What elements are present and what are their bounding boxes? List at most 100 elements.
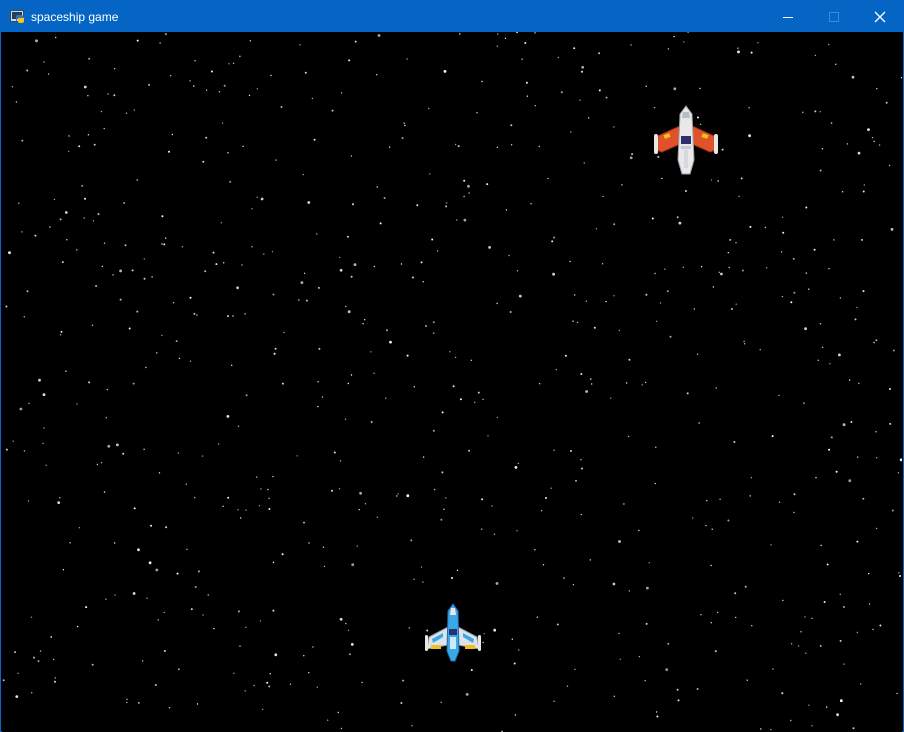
star: [590, 378, 592, 380]
star: [621, 184, 623, 186]
star: [740, 177, 743, 180]
star: [778, 394, 780, 397]
star: [401, 137, 404, 140]
star: [530, 203, 532, 205]
star: [420, 261, 423, 264]
star: [274, 347, 277, 350]
star: [700, 266, 703, 268]
star: [267, 488, 269, 491]
star: [339, 268, 343, 272]
minimize-button[interactable]: [765, 1, 811, 32]
star: [526, 95, 529, 97]
star: [385, 397, 387, 399]
star: [406, 58, 408, 60]
star: [128, 327, 131, 330]
maximize-button[interactable]: [811, 1, 857, 32]
star: [605, 300, 607, 303]
star: [189, 80, 191, 82]
star: [143, 277, 146, 280]
star: [131, 269, 134, 272]
star: [800, 631, 802, 633]
star: [551, 240, 554, 243]
star: [644, 381, 647, 384]
star: [347, 382, 349, 385]
star: [467, 184, 470, 188]
star: [103, 491, 106, 493]
star: [299, 44, 301, 46]
star: [706, 500, 708, 502]
star: [54, 677, 56, 679]
star: [256, 196, 258, 198]
game-canvas[interactable]: [2, 32, 902, 732]
star: [248, 94, 251, 96]
star: [316, 686, 318, 688]
star: [304, 71, 307, 74]
star: [481, 528, 483, 530]
star: [88, 381, 91, 384]
star: [889, 388, 891, 390]
star: [240, 517, 242, 519]
star: [344, 418, 347, 420]
star: [122, 452, 125, 455]
star: [803, 402, 805, 404]
close-icon: [874, 11, 886, 22]
star: [205, 89, 208, 91]
star: [119, 269, 122, 273]
star: [811, 725, 813, 727]
star: [516, 270, 519, 272]
close-button[interactable]: [857, 1, 903, 32]
star: [483, 633, 485, 635]
star: [598, 89, 601, 92]
star: [34, 234, 37, 237]
star: [534, 105, 536, 107]
star: [339, 460, 342, 462]
star: [185, 483, 187, 485]
star: [683, 41, 685, 43]
star: [613, 295, 615, 297]
star: [862, 290, 865, 293]
star: [772, 668, 774, 670]
star: [552, 272, 555, 276]
title-bar[interactable]: spaceship game: [1, 1, 903, 32]
star: [699, 87, 701, 90]
star: [737, 50, 740, 54]
star: [260, 197, 264, 201]
star: [727, 252, 729, 254]
star: [123, 202, 126, 204]
star: [168, 150, 170, 153]
star: [53, 658, 55, 661]
star: [348, 653, 351, 656]
star: [239, 55, 241, 57]
star: [256, 476, 258, 478]
star: [805, 206, 808, 209]
star: [879, 624, 882, 627]
star: [197, 570, 200, 573]
star: [5, 305, 8, 308]
star: [496, 302, 498, 305]
star: [735, 303, 737, 305]
star: [181, 246, 184, 248]
star: [345, 305, 347, 308]
star: [486, 183, 489, 186]
star: [891, 509, 894, 512]
star: [698, 422, 700, 424]
star: [440, 701, 442, 703]
star: [511, 638, 513, 640]
star: [729, 238, 732, 241]
star: [350, 374, 353, 376]
star: [510, 144, 513, 146]
star: [817, 359, 819, 361]
star: [11, 86, 14, 88]
star: [862, 190, 865, 193]
star: [193, 85, 195, 87]
star: [666, 290, 669, 293]
star: [62, 569, 65, 571]
star: [436, 250, 439, 252]
star: [815, 477, 817, 479]
star: [538, 383, 541, 385]
star: [513, 662, 516, 665]
star: [618, 329, 620, 332]
star: [30, 616, 33, 618]
star: [750, 51, 753, 54]
star: [839, 593, 841, 595]
